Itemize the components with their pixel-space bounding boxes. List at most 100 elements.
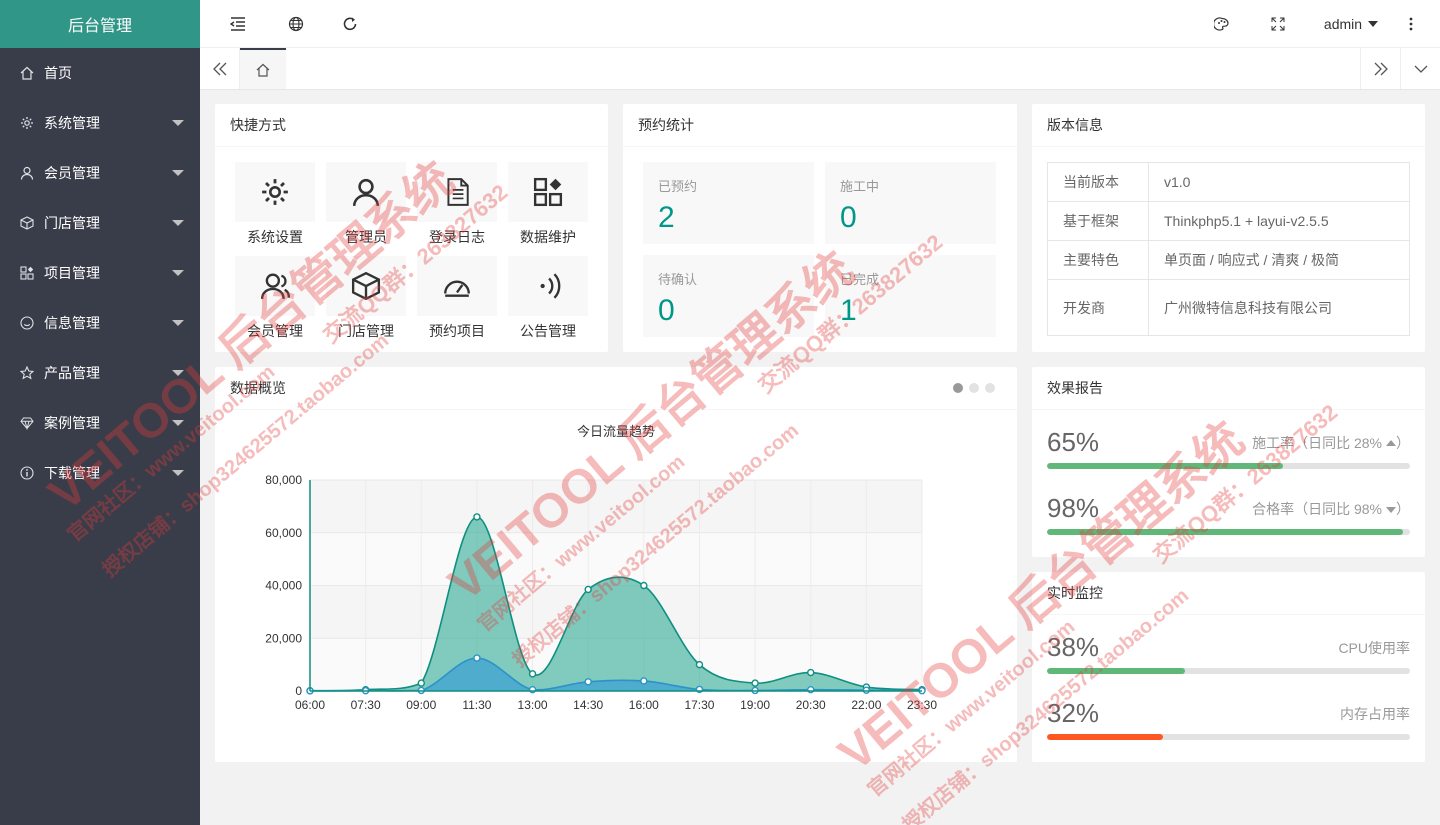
stat-label: 施工中: [840, 179, 880, 194]
version-value: 广州微特信息科技有限公司: [1148, 279, 1410, 336]
fullscreen-button[interactable]: [1260, 0, 1296, 48]
carousel-indicator: [953, 383, 995, 393]
data-point: [640, 677, 648, 685]
collapse-menu-button[interactable]: [220, 0, 256, 48]
stat-box[interactable]: 已预约 2: [643, 162, 814, 244]
refresh-button[interactable]: [332, 0, 368, 48]
reservation-stats-title: 预约统计: [623, 104, 1017, 147]
info-icon: [20, 466, 34, 480]
shortcut-icon-box: [508, 162, 588, 222]
sidebar-item[interactable]: 下载管理: [0, 448, 200, 498]
sidebar-item[interactable]: 门店管理: [0, 198, 200, 248]
caret-down-icon: [172, 420, 184, 426]
gear-icon: [20, 116, 34, 130]
x-tick-label: 19:00: [740, 698, 770, 712]
tabs-bar: [200, 48, 1440, 90]
sidebar-item[interactable]: 产品管理: [0, 348, 200, 398]
caret-down-icon: [1368, 21, 1379, 27]
stat-value: 1: [840, 294, 857, 327]
stat-box[interactable]: 已完成 1: [825, 255, 996, 337]
sidebar-item-label: 案例管理: [44, 415, 100, 431]
sidebar-item[interactable]: 首页: [0, 48, 200, 98]
realtime-monitor-card: 实时监控 38% CPU使用率 32% 内存占用率: [1032, 572, 1425, 762]
app-logo[interactable]: 后台管理: [0, 0, 200, 48]
shortcut-item[interactable]: 公告管理: [508, 256, 588, 341]
website-button[interactable]: [278, 0, 314, 48]
user-menu[interactable]: admin: [1318, 0, 1384, 48]
sidebar-item[interactable]: 信息管理: [0, 298, 200, 348]
sidebar-item[interactable]: 项目管理: [0, 248, 200, 298]
chevron-down-icon: [1414, 65, 1427, 73]
shortcut-label: 管理员: [345, 229, 387, 245]
progress-value: 32%: [1047, 698, 1100, 728]
shortcut-item[interactable]: 门店管理: [326, 256, 406, 341]
shortcut-item[interactable]: 系统设置: [235, 162, 315, 247]
x-tick-label: 23:30: [907, 698, 937, 712]
tabs-scroll-right-button[interactable]: [1360, 48, 1400, 89]
x-tick-label: 06:00: [295, 698, 325, 712]
shortcuts-card: 快捷方式 系统设置 管理员 登录日志 数据维护会员管理 门店管理 预约项目 公告管理: [215, 104, 608, 352]
caret-down-icon: [172, 170, 184, 176]
palette-icon: [1214, 17, 1229, 31]
y-tick-label: 0: [295, 684, 302, 698]
sidebar-item-label: 项目管理: [44, 265, 100, 281]
version-value: Thinkphp5.1 + layui-v2.5.5: [1148, 201, 1410, 241]
stat-box[interactable]: 施工中 0: [825, 162, 996, 244]
y-tick-label: 60,000: [265, 526, 302, 540]
user-icon: [352, 178, 380, 207]
tab-home[interactable]: [240, 48, 286, 89]
theme-button[interactable]: [1204, 0, 1240, 48]
shortcut-item[interactable]: 管理员: [326, 162, 406, 247]
sidebar-item-label: 信息管理: [44, 315, 100, 331]
trend-down-icon: [1386, 507, 1396, 513]
grid-band: [310, 480, 922, 533]
sidebar-item[interactable]: 案例管理: [0, 398, 200, 448]
signal-icon: [540, 273, 561, 299]
carousel-dot[interactable]: [953, 383, 963, 393]
cube-icon: [20, 216, 34, 230]
version-key: 开发商: [1047, 279, 1149, 336]
sidebar-item[interactable]: 系统管理: [0, 98, 200, 148]
sidebar-item[interactable]: 会员管理: [0, 148, 200, 198]
shortcut-icon-box: [235, 162, 315, 222]
sidebar-item-label: 会员管理: [44, 165, 100, 181]
double-chevron-left-icon: [212, 62, 226, 75]
shortcut-label: 数据维护: [520, 229, 576, 245]
shortcut-icon-box: [417, 162, 497, 222]
star-icon: [20, 366, 34, 380]
tabs-menu-button[interactable]: [1400, 48, 1440, 89]
gear-icon: [21, 117, 33, 129]
stat-box[interactable]: 待确认 0: [643, 255, 814, 337]
sidebar-item-label: 首页: [44, 65, 72, 81]
data-point: [417, 679, 425, 687]
more-button[interactable]: [1396, 0, 1426, 48]
shortcut-item[interactable]: 会员管理: [235, 256, 315, 341]
fullscreen-icon: [1271, 17, 1285, 31]
x-tick-label: 17:30: [684, 698, 714, 712]
caret-down-icon: [172, 120, 184, 126]
effect-report-card: 效果报告 65% 施工率（日同比 28% ） 98% 合格率（日同比 98% ）: [1032, 367, 1425, 557]
progress-track: [1047, 529, 1410, 535]
version-row: 开发商 广州微特信息科技有限公司: [1047, 279, 1410, 336]
carousel-dot[interactable]: [985, 383, 995, 393]
carousel-dot[interactable]: [969, 383, 979, 393]
star-icon: [20, 366, 34, 380]
progress-fill: [1047, 668, 1185, 674]
apps-icon: [20, 266, 34, 280]
home-icon: [256, 63, 270, 77]
caret-down-icon: [172, 270, 184, 276]
progress-row: 98% 合格率（日同比 98% ）: [1047, 493, 1410, 537]
gear-icon: [262, 179, 288, 205]
shortcut-label: 系统设置: [247, 229, 303, 245]
shortcut-icon-box: [235, 256, 315, 316]
shortcut-item[interactable]: 数据维护: [508, 162, 588, 247]
shortcut-item[interactable]: 预约项目: [417, 256, 497, 341]
refresh-icon: [343, 17, 357, 31]
tabs-scroll-left-button[interactable]: [200, 48, 240, 89]
stat-value: 0: [658, 294, 675, 327]
shortcut-item[interactable]: 登录日志: [417, 162, 497, 247]
trend-up-icon: [1386, 440, 1396, 446]
shortcuts-title: 快捷方式: [215, 104, 608, 147]
progress-fill: [1047, 734, 1164, 740]
progress-value: 38%: [1047, 632, 1100, 662]
